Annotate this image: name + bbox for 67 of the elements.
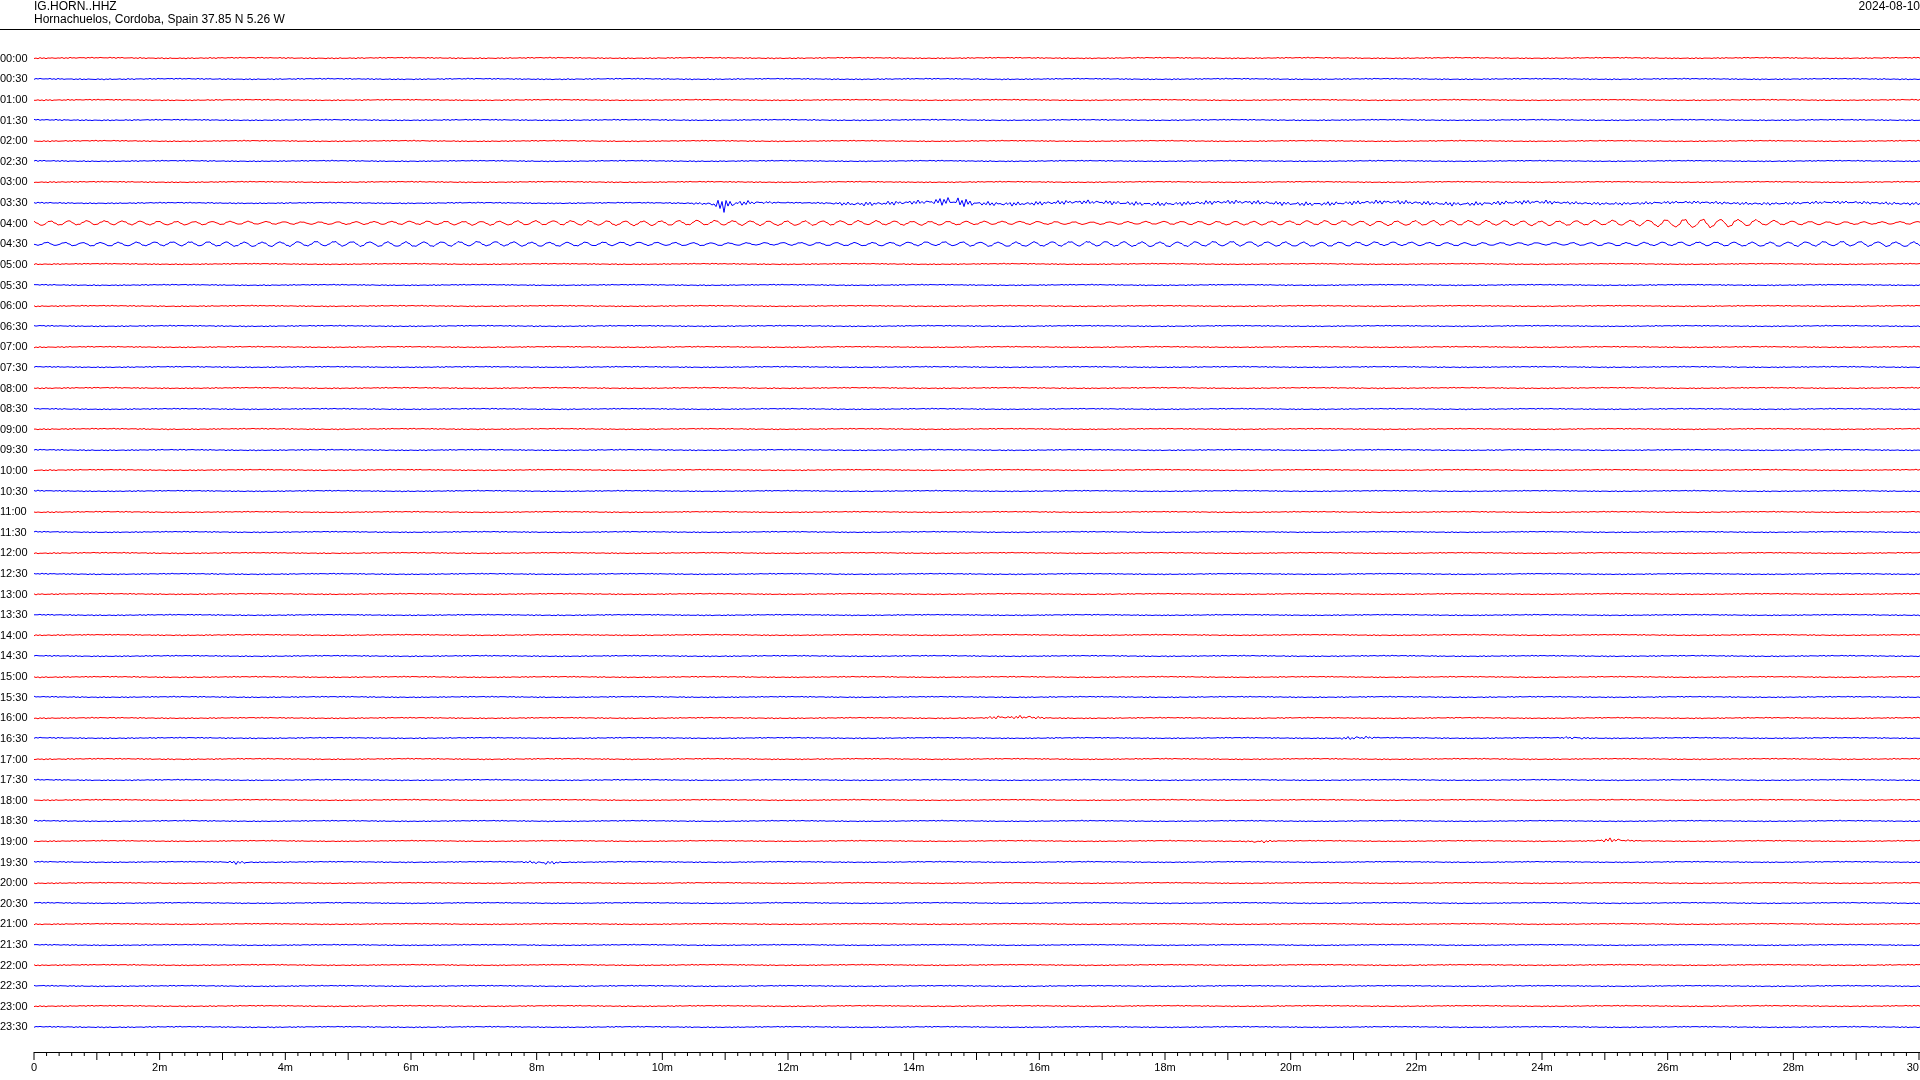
time-label: 14:00 bbox=[0, 628, 29, 642]
time-label: 01:00 bbox=[0, 93, 29, 106]
axis-tick-label: 14m bbox=[902, 1061, 925, 1075]
time-label: 04:30 bbox=[0, 237, 29, 251]
time-label: 06:00 bbox=[0, 299, 29, 313]
time-label: 21:30 bbox=[0, 938, 29, 951]
time-label: 11:00 bbox=[0, 505, 28, 519]
time-label: 00:30 bbox=[0, 72, 29, 86]
time-label: 20:30 bbox=[0, 896, 29, 910]
time-label: 15:00 bbox=[0, 670, 29, 684]
time-label: 23:00 bbox=[0, 999, 29, 1013]
time-label: 03:30 bbox=[0, 196, 29, 210]
time-label: 07:30 bbox=[0, 360, 29, 374]
axis-tick-label: 16m bbox=[1028, 1061, 1051, 1075]
axis-tick-label: 28m bbox=[1782, 1061, 1805, 1075]
axis-tick-label: 4m bbox=[277, 1061, 293, 1075]
time-label: 08:00 bbox=[0, 381, 29, 395]
time-label: 23:30 bbox=[0, 1020, 29, 1034]
axis-tick-label: 2m bbox=[152, 1061, 168, 1075]
time-label: 21:00 bbox=[0, 917, 29, 931]
axis-tick-label: 30 bbox=[1906, 1061, 1919, 1075]
axis-tick-label: 0 bbox=[30, 1061, 38, 1075]
station-location: Hornachuelos, Cordoba, Spain 37.85 N 5.26 W bbox=[34, 13, 285, 26]
time-label: 08:30 bbox=[0, 402, 29, 416]
time-label: 20:00 bbox=[0, 876, 29, 890]
time-label: 09:30 bbox=[0, 443, 29, 457]
time-label: 14:30 bbox=[0, 649, 29, 663]
time-label: 16:30 bbox=[0, 731, 29, 745]
time-label: 17:00 bbox=[0, 752, 29, 766]
axis-tick-label: 26m bbox=[1656, 1061, 1679, 1075]
axis-tick-label: 18m bbox=[1154, 1061, 1176, 1075]
axis-tick-label: 24m bbox=[1531, 1061, 1553, 1075]
axis-tick-label: 20m bbox=[1279, 1061, 1302, 1075]
time-label: 18:30 bbox=[0, 814, 29, 828]
time-label: 22:00 bbox=[0, 958, 29, 972]
axis-tick-label: 10m bbox=[651, 1061, 674, 1075]
station-code: IG.HORN..HHZ bbox=[34, 0, 118, 13]
time-label: 11:30 bbox=[0, 525, 28, 539]
axis-tick-label: 12m bbox=[777, 1061, 799, 1075]
time-label: 17:30 bbox=[0, 773, 29, 787]
time-label: 09:00 bbox=[0, 422, 29, 436]
time-label: 05:00 bbox=[0, 257, 29, 271]
time-label: 10:30 bbox=[0, 484, 29, 498]
time-label: 03:00 bbox=[0, 175, 29, 189]
time-label: 12:30 bbox=[0, 567, 29, 581]
time-label: 05:30 bbox=[0, 278, 29, 292]
time-label: 02:30 bbox=[0, 154, 29, 168]
time-label: 13:00 bbox=[0, 587, 29, 601]
time-label: 19:00 bbox=[0, 834, 29, 848]
time-label: 19:30 bbox=[0, 855, 29, 869]
time-label: 06:30 bbox=[0, 319, 29, 333]
axis-tick-label: 6m bbox=[403, 1061, 419, 1075]
axis-tick-label: 8m bbox=[529, 1061, 545, 1075]
axis-tick-label: 22m bbox=[1405, 1061, 1428, 1075]
time-label: 01:30 bbox=[0, 113, 29, 127]
time-label: 00:00 bbox=[0, 51, 29, 65]
record-date: 2024-08-10 bbox=[1858, 0, 1920, 15]
time-label: 15:30 bbox=[0, 690, 29, 704]
time-label: 02:00 bbox=[0, 134, 29, 148]
time-label: 12:00 bbox=[0, 546, 29, 560]
time-label: 16:00 bbox=[0, 711, 29, 725]
time-label: 22:30 bbox=[0, 979, 29, 993]
time-label: 07:00 bbox=[0, 340, 29, 354]
time-label: 18:00 bbox=[0, 793, 29, 807]
time-label: 13:30 bbox=[0, 608, 29, 622]
time-label: 04:00 bbox=[0, 216, 29, 230]
time-label: 10:00 bbox=[0, 464, 29, 477]
